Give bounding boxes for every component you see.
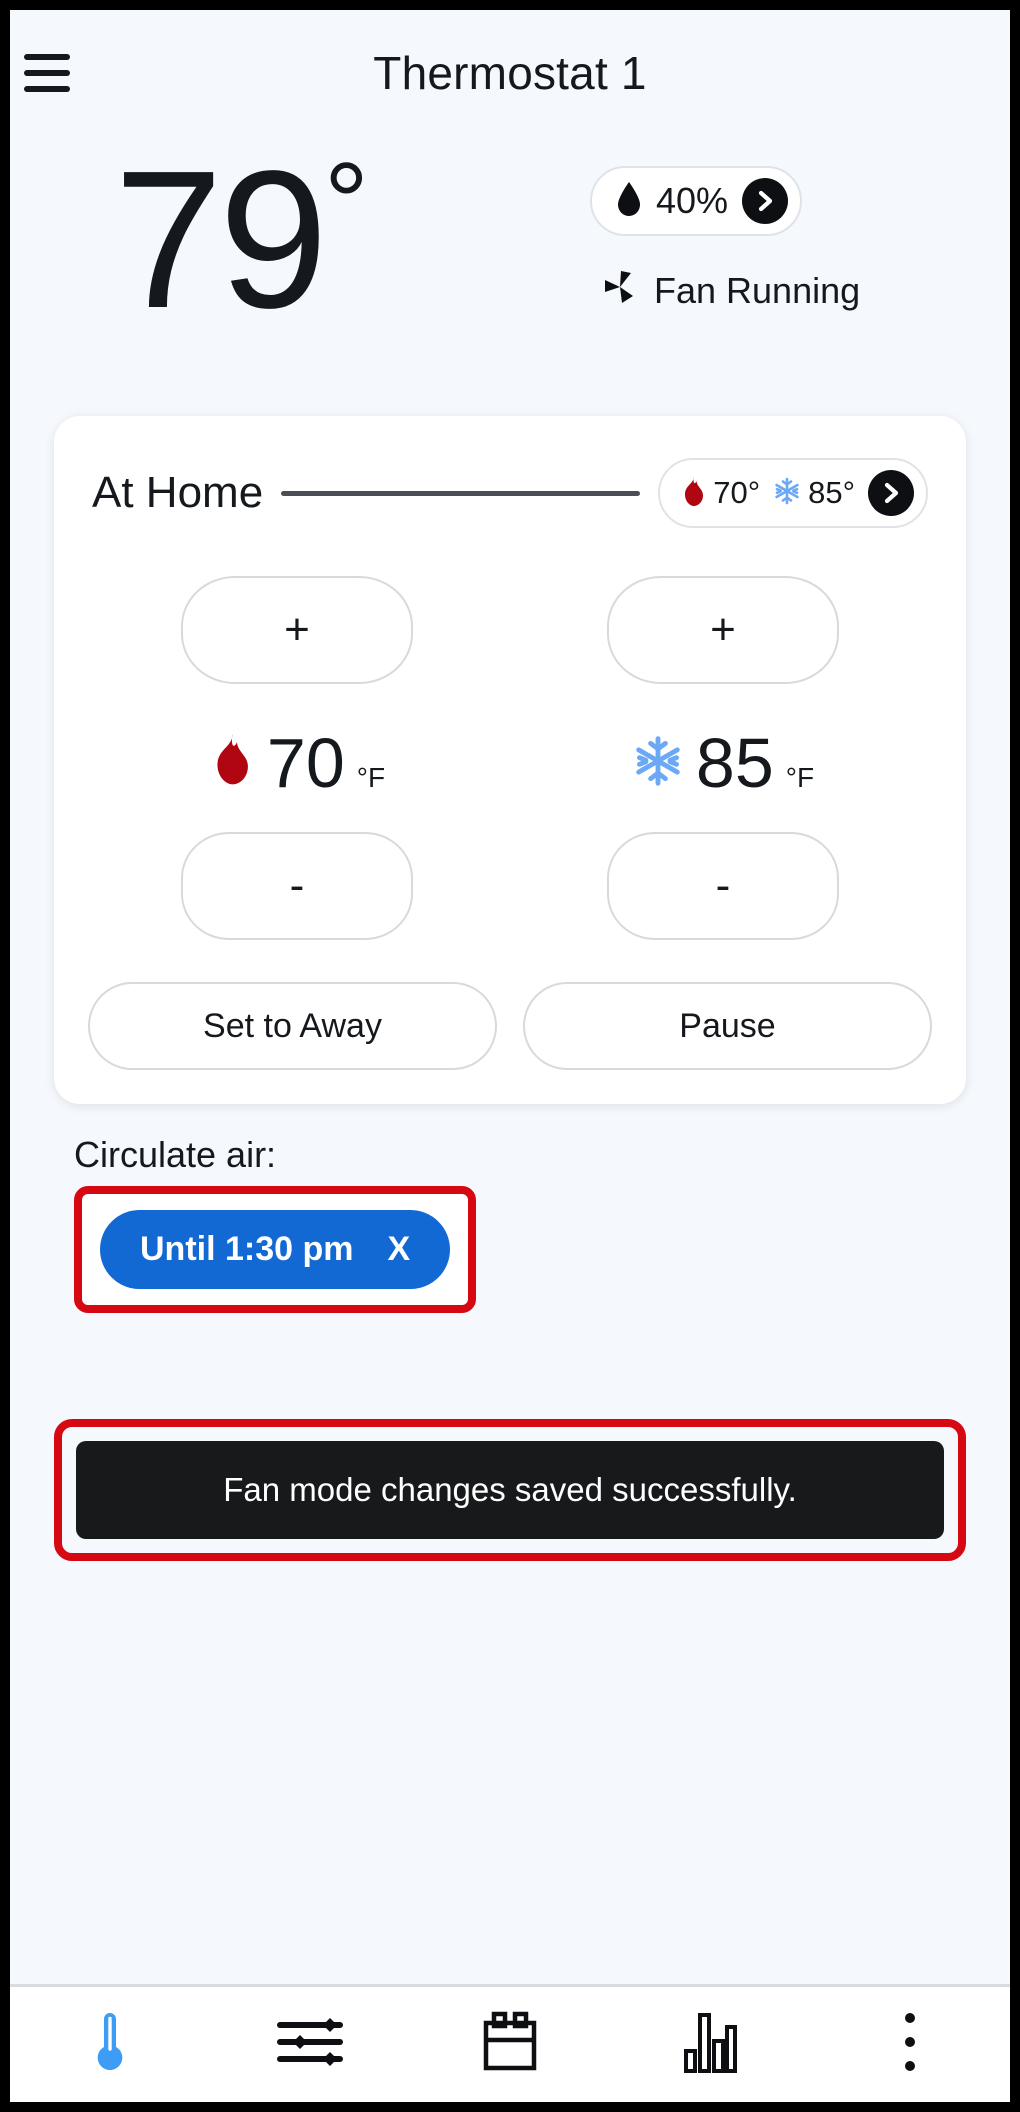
heat-summary-value: 70°: [713, 475, 760, 511]
cool-summary-value: 85°: [808, 475, 855, 511]
schedule-card-header: At Home 70°: [84, 458, 936, 528]
nav-overflow-tab[interactable]: [810, 1987, 1010, 2102]
toast-message: Fan mode changes saved successfully.: [223, 1471, 797, 1509]
current-temperature-value: 79: [114, 130, 324, 349]
hero-section: 79° 40% Fan Running: [10, 136, 1010, 388]
degree-symbol: °: [324, 140, 369, 265]
circulate-until-label: Until 1:30 pm: [140, 1230, 353, 1269]
heat-setpoint-value: 70: [267, 728, 345, 798]
bottom-navigation-bar: [10, 1984, 1010, 2102]
app-header: Thermostat 1: [10, 10, 1010, 136]
heat-increase-button[interactable]: +: [181, 576, 413, 684]
setpoint-controls: + + 70 °F: [84, 576, 936, 940]
card-action-row: Set to Away Pause: [84, 982, 936, 1070]
thermometer-icon: [93, 2009, 127, 2080]
nav-thermostat-tab[interactable]: [10, 1987, 210, 2102]
toast-notification: Fan mode changes saved successfully.: [76, 1441, 944, 1539]
fan-blades-icon: [600, 268, 640, 313]
flame-icon: [680, 475, 706, 512]
chevron-right-icon[interactable]: [868, 470, 914, 516]
water-droplet-icon: [616, 181, 642, 222]
pause-button[interactable]: Pause: [523, 982, 932, 1070]
humidity-value: 40%: [656, 180, 728, 222]
nav-schedule-tab[interactable]: [410, 1987, 610, 2102]
cool-increase-button[interactable]: +: [607, 576, 839, 684]
cool-setpoint-value: 85: [696, 728, 774, 798]
overflow-menu-icon: [902, 2010, 918, 2079]
nav-settings-tab[interactable]: [210, 1987, 410, 2102]
heat-setpoint-display: 70 °F: [209, 684, 385, 832]
circulate-air-label: Circulate air:: [74, 1134, 1010, 1176]
cool-summary: 85°: [773, 475, 855, 511]
flame-icon: [209, 731, 253, 792]
fan-status: Fan Running: [600, 268, 860, 313]
chevron-right-icon[interactable]: [742, 178, 788, 224]
hero-right-column: 40% Fan Running: [590, 166, 860, 313]
set-to-away-button[interactable]: Set to Away: [88, 982, 497, 1070]
calendar-icon: [481, 2011, 539, 2078]
page-title: Thermostat 1: [10, 46, 1010, 100]
content-spacer: [10, 1561, 1010, 1984]
snowflake-icon: [632, 735, 684, 792]
heat-summary: 70°: [680, 475, 760, 512]
thermostat-app-screen: Thermostat 1 79° 40%: [10, 10, 1010, 2102]
close-icon[interactable]: X: [387, 1230, 410, 1269]
cool-decrease-button[interactable]: -: [607, 832, 839, 940]
schedule-name: At Home: [92, 468, 263, 518]
nav-usage-tab[interactable]: [610, 1987, 810, 2102]
circulate-air-section: Circulate air: Until 1:30 pm X: [74, 1134, 1010, 1313]
circulate-until-pill[interactable]: Until 1:30 pm X: [100, 1210, 450, 1289]
hamburger-menu-icon[interactable]: [24, 54, 70, 92]
snowflake-icon: [773, 477, 801, 510]
header-divider: [281, 491, 640, 496]
current-temperature: 79°: [114, 142, 369, 338]
fan-status-label: Fan Running: [654, 270, 860, 312]
schedule-card: At Home 70°: [54, 416, 966, 1104]
heat-setpoint-unit: °F: [357, 762, 385, 794]
cool-setpoint-display: 85 °F: [632, 684, 814, 832]
humidity-chip[interactable]: 40%: [590, 166, 802, 236]
toast-annotation: Fan mode changes saved successfully.: [54, 1419, 966, 1561]
bar-chart-icon: [683, 2010, 737, 2079]
sliders-settings-icon: [276, 2014, 344, 2075]
setpoint-summary-chip[interactable]: 70°: [658, 458, 928, 528]
cool-setpoint-unit: °F: [786, 762, 814, 794]
heat-decrease-button[interactable]: -: [181, 832, 413, 940]
circulate-pill-annotation: Until 1:30 pm X: [74, 1186, 476, 1313]
